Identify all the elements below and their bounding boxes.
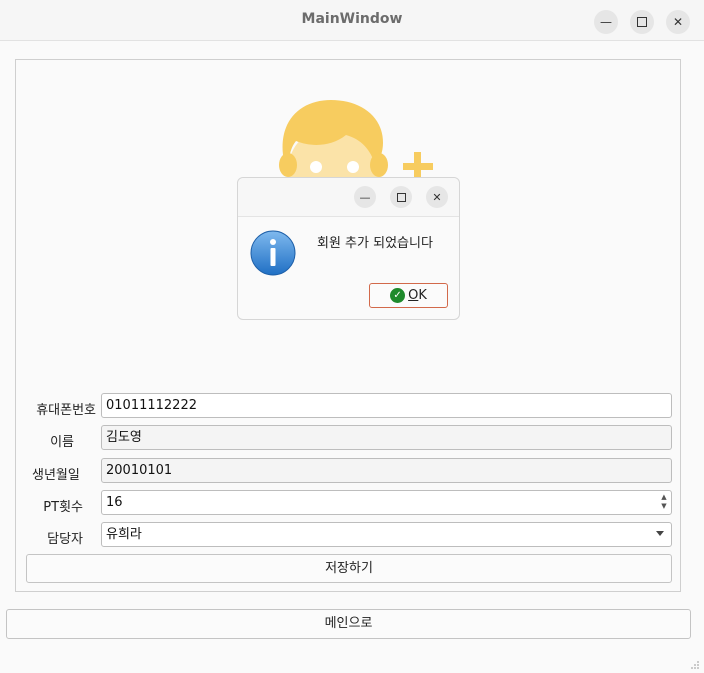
spin-down-icon[interactable]: ▼ (659, 502, 669, 511)
name-input[interactable]: 김도영 (101, 425, 672, 450)
info-message-box: — ✕ 회원 추가 되었습니다 ✓ OK (237, 177, 460, 320)
ok-button[interactable]: ✓ OK (369, 283, 448, 308)
ok-check-icon: ✓ (390, 288, 406, 303)
close-button[interactable]: ✕ (666, 10, 690, 34)
minimize-button[interactable]: — (594, 10, 618, 34)
trainer-combobox[interactable]: 유희라 (101, 522, 672, 547)
member-form-group: 휴대폰번호 01011112222 이름 김도영 생년월일 20010101 P… (15, 59, 681, 592)
minimize-icon: — (359, 190, 371, 204)
dialog-close-button[interactable]: ✕ (426, 186, 448, 208)
resize-grip-icon[interactable] (690, 660, 700, 670)
dialog-maximize-button[interactable] (390, 186, 412, 208)
name-label: 이름 (50, 435, 74, 450)
title-bar: MainWindow — ✕ (0, 0, 704, 41)
main-window: MainWindow — ✕ 휴대폰번호 01011112222 이름 김도영 … (0, 0, 704, 673)
maximize-button[interactable] (630, 10, 654, 34)
birth-input[interactable]: 20010101 (101, 458, 672, 483)
phone-input[interactable]: 01011112222 (101, 393, 672, 418)
main-menu-button[interactable]: 메인으로 (6, 609, 691, 639)
ok-label-rest: K (418, 288, 427, 303)
pt-count-label: PT횟수 (43, 500, 83, 515)
spin-arrows[interactable]: ▲ ▼ (659, 493, 669, 512)
pt-count-value: 16 (106, 495, 123, 510)
maximize-icon (396, 192, 406, 202)
trainer-value: 유희라 (106, 527, 142, 542)
dialog-minimize-button[interactable]: — (354, 186, 376, 208)
add-member-avatar-image (279, 100, 433, 185)
phone-label: 휴대폰번호 (36, 403, 96, 418)
chevron-down-icon (656, 531, 664, 536)
close-icon: ✕ (432, 190, 442, 204)
maximize-icon (637, 17, 647, 27)
ok-mnemonic: O (408, 288, 419, 303)
minimize-icon: — (600, 15, 612, 29)
info-icon (250, 230, 296, 276)
trainer-label: 담당자 (47, 532, 83, 547)
ok-label: OK (408, 288, 427, 303)
dialog-title-bar: — ✕ (238, 178, 459, 217)
close-icon: ✕ (672, 15, 684, 29)
dialog-message: 회원 추가 되었습니다 (317, 236, 433, 251)
spin-up-icon[interactable]: ▲ (659, 493, 669, 502)
pt-count-spinbox[interactable]: 16 ▲ ▼ (101, 490, 672, 515)
save-button[interactable]: 저장하기 (26, 554, 672, 583)
